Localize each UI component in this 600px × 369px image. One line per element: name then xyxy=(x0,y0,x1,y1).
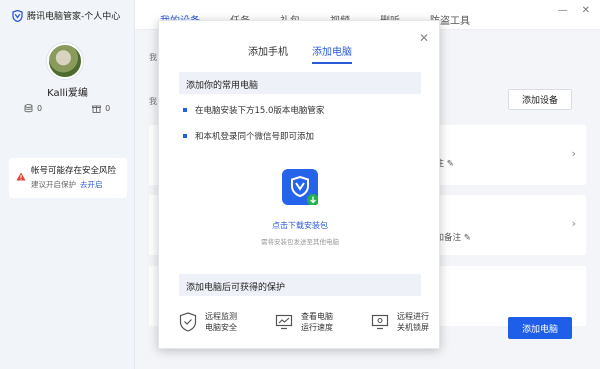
benefit-line-1: 远程进行 xyxy=(397,312,429,321)
enable-protection-link[interactable]: 去开启 xyxy=(80,180,103,189)
storage-stat[interactable]: 0 xyxy=(24,104,42,113)
edit-icon: ✎ xyxy=(446,159,454,169)
main-hint-devices: 我 xyxy=(149,97,157,106)
chevron-right-icon[interactable]: › xyxy=(572,217,576,230)
benefit-line-1: 远程监测 xyxy=(205,312,237,321)
download-link[interactable]: 点击下载安装包 xyxy=(159,220,441,231)
speed-chart-icon xyxy=(275,314,293,330)
benefit-item: 远程进行 关机锁屏 xyxy=(371,311,429,333)
instruction-item: 和本机登录同个微信号即可添加 xyxy=(183,130,314,142)
bullet-icon xyxy=(183,134,187,138)
main-hint-top: 我 xyxy=(149,53,157,62)
alert-subtitle: 建议开启保护 xyxy=(31,180,76,189)
avatar[interactable] xyxy=(47,43,83,79)
benefit-item: 远程监测 电脑安全 xyxy=(179,311,237,333)
storage-count: 0 xyxy=(37,104,43,113)
warning-icon xyxy=(16,172,26,181)
close-window-icon[interactable]: ✕ xyxy=(582,5,590,16)
download-package-icon[interactable] xyxy=(282,169,319,206)
app-title-text: 腾讯电脑管家-个人中心 xyxy=(27,12,121,22)
add-pc-button[interactable]: 添加电脑 xyxy=(508,317,572,339)
tab-add-phone[interactable]: 添加手机 xyxy=(248,43,288,64)
dialog-tabs: 添加手机 添加电脑 xyxy=(159,43,441,64)
section-title-benefits: 添加电脑后可获得的保护 xyxy=(179,274,421,296)
tab-add-pc[interactable]: 添加电脑 xyxy=(312,43,352,64)
bullet-icon xyxy=(183,108,187,112)
benefit-item: 查看电脑 运行速度 xyxy=(275,311,333,333)
benefit-text: 查看电脑 运行速度 xyxy=(301,311,333,333)
shield-icon xyxy=(179,312,197,332)
username: Kalli爱编 xyxy=(47,88,88,99)
app-title: 腾讯电脑管家-个人中心 xyxy=(12,9,120,22)
benefit-list: 远程监测 电脑安全 查看电脑 运行速度 远程进行 关机锁屏 xyxy=(179,311,429,333)
app-logo-icon xyxy=(12,9,23,22)
gift-stat[interactable]: 0 xyxy=(92,104,110,113)
section-title-common-pc: 添加你的常用电脑 xyxy=(179,72,421,94)
benefit-text: 远程进行 关机锁屏 xyxy=(397,311,429,333)
window-controls: — ✕ xyxy=(558,5,590,16)
close-icon[interactable]: ✕ xyxy=(419,31,429,45)
coins-icon xyxy=(24,104,33,113)
benefit-text: 远程监测 电脑安全 xyxy=(205,311,237,333)
benefit-line-2: 关机锁屏 xyxy=(397,323,429,332)
gift-count: 0 xyxy=(105,104,111,113)
sidebar: 腾讯电脑管家-个人中心 Kalli爱编 0 0 帐号可能存在安全风险 建议开启保… xyxy=(0,0,135,369)
benefit-line-2: 运行速度 xyxy=(301,323,333,332)
benefit-line-1: 查看电脑 xyxy=(301,312,333,321)
pc-manager-logo-icon xyxy=(291,175,319,206)
benefit-line-2: 电脑安全 xyxy=(205,323,237,332)
minimize-icon[interactable]: — xyxy=(558,5,568,16)
download-note: 需将安装包发送至其他电脑 xyxy=(261,238,339,246)
alert-subtitle-row: 建议开启保护 去开启 xyxy=(31,179,121,190)
add-device-button[interactable]: 添加设备 xyxy=(508,89,572,110)
instruction-text: 在电脑安装下方15.0版本电脑管家 xyxy=(195,106,325,116)
instruction-text: 和本机登录同个微信号即可添加 xyxy=(195,132,315,142)
chevron-right-icon[interactable]: › xyxy=(572,147,576,160)
gift-icon xyxy=(92,105,102,113)
edit-icon: ✎ xyxy=(463,233,471,243)
alert-title: 帐号可能存在安全风险 xyxy=(31,166,117,176)
profile-stats: 0 0 xyxy=(24,104,110,113)
screen-lock-icon xyxy=(371,314,389,330)
security-alert-card: 帐号可能存在安全风险 建议开启保护 去开启 xyxy=(9,158,127,198)
instruction-item: 在电脑安装下方15.0版本电脑管家 xyxy=(183,104,324,116)
add-device-dialog: 添加手机 添加电脑 ✕ 添加你的常用电脑 在电脑安装下方15.0版本电脑管家 和… xyxy=(158,20,440,349)
